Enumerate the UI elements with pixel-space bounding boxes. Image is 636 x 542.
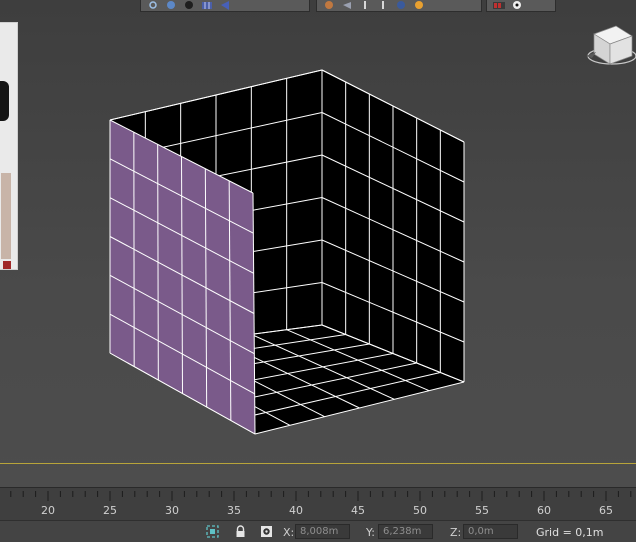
cone-icon[interactable] [219, 1, 231, 10]
timeline-divider [0, 463, 636, 464]
sphere-icon[interactable] [165, 1, 177, 10]
status-bar: X: 8,008m Y: 6,238m Z: 0,0m Grid = 0,1m [0, 520, 636, 542]
teapot-icon[interactable] [323, 1, 335, 10]
timeline-ticks: 20 25 30 35 40 45 50 55 60 65 [0, 488, 636, 520]
timeline-frame-label: 35 [227, 504, 241, 517]
dark-sphere-icon[interactable] [183, 1, 195, 10]
toolbar-scene [316, 0, 482, 12]
toolbar-render [486, 0, 556, 12]
timeline-frame-label: 30 [165, 504, 179, 517]
pin-icon[interactable] [377, 1, 389, 10]
y-coord-label: Y: [366, 526, 375, 539]
perspective-viewport[interactable] [0, 0, 636, 487]
x-coord-label: X: [283, 526, 294, 539]
z-coord-label: Z: [450, 526, 461, 539]
timeline-ruler[interactable]: 20 25 30 35 40 45 50 55 60 65 [0, 487, 636, 520]
timeline-frame-label: 25 [103, 504, 117, 517]
toolbar-primitives [140, 0, 310, 12]
timeline-frame-label: 55 [475, 504, 489, 517]
camera-icon[interactable] [359, 1, 371, 10]
timeline-frame-label: 45 [351, 504, 365, 517]
z-coord-field[interactable]: 0,0m [463, 524, 518, 539]
grid-size-readout: Grid = 0,1m [536, 526, 604, 539]
soccer-ball-icon[interactable] [511, 1, 523, 10]
fire-icon[interactable] [413, 1, 425, 10]
render-icon[interactable] [493, 1, 505, 10]
lock-icon[interactable] [234, 525, 247, 538]
timeline-frame-label: 40 [289, 504, 303, 517]
timeline-frame-label: 60 [537, 504, 551, 517]
light-icon[interactable] [341, 1, 353, 10]
globe-icon[interactable] [395, 1, 407, 10]
grid-icon[interactable] [201, 1, 213, 10]
x-coord-field[interactable]: 8,008m [295, 524, 350, 539]
viewport-scene [0, 0, 636, 470]
selection-lock-icon[interactable] [206, 525, 219, 538]
absolute-mode-icon[interactable] [260, 525, 273, 538]
timeline-frame-label: 50 [413, 504, 427, 517]
viewcube[interactable] [582, 10, 636, 68]
rotate-icon[interactable] [147, 1, 159, 10]
timeline-frame-label: 20 [41, 504, 55, 517]
y-coord-field[interactable]: 6,238m [378, 524, 433, 539]
timeline-frame-label: 65 [599, 504, 613, 517]
